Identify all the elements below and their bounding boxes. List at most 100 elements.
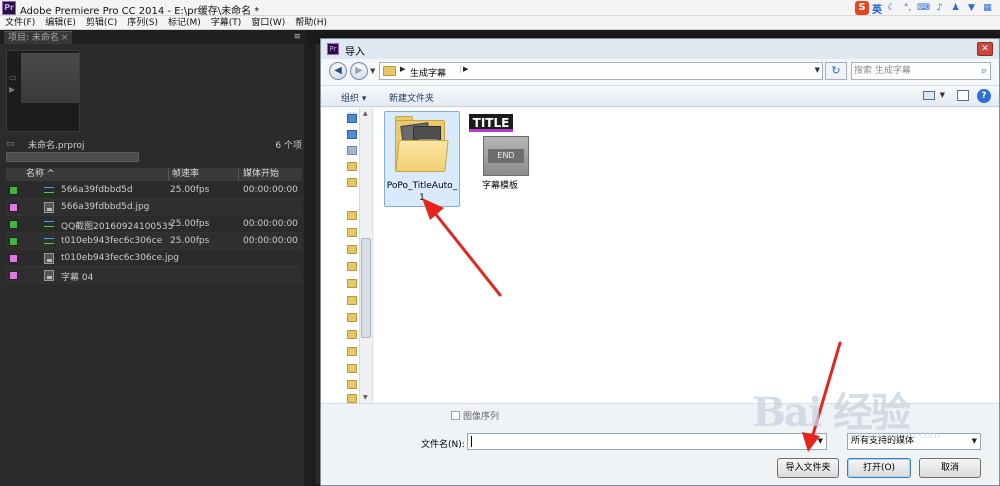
view-mode-icon[interactable] bbox=[923, 91, 935, 100]
nav-item-folder-icon[interactable] bbox=[347, 178, 357, 187]
sogou-logo-icon[interactable]: S bbox=[855, 1, 869, 15]
label-color-swatch[interactable] bbox=[9, 237, 18, 246]
back-button[interactable]: ◀ bbox=[329, 62, 347, 80]
column-name[interactable]: 名称 ^ bbox=[6, 168, 169, 181]
nav-item-folder-icon[interactable] bbox=[347, 296, 357, 305]
nav-item-folder-icon[interactable] bbox=[347, 394, 357, 403]
filename-dropdown-icon[interactable]: ▼ bbox=[818, 437, 823, 445]
help-icon[interactable]: ? bbox=[977, 89, 991, 103]
breadcrumb-chevron-icon[interactable]: ▶ bbox=[400, 65, 405, 73]
nav-item-folder-icon[interactable] bbox=[347, 347, 357, 356]
item-fps: 25.00fps bbox=[170, 236, 210, 246]
forward-button[interactable]: ▶ bbox=[350, 62, 368, 80]
file-type-filter[interactable]: 所有支持的媒体 ▼ bbox=[847, 433, 981, 450]
file-item-subtitle-template[interactable]: TITLE END 字幕模板 bbox=[462, 111, 538, 207]
comma-icon[interactable]: °, bbox=[901, 2, 914, 14]
chevron-down-icon[interactable]: ▼ bbox=[972, 437, 977, 446]
label-color-swatch[interactable] bbox=[9, 203, 18, 212]
play-icon[interactable]: ▶ bbox=[9, 85, 15, 94]
menu-sequence[interactable]: 序列(S) bbox=[122, 16, 163, 29]
nav-item-folder-icon[interactable] bbox=[347, 228, 357, 237]
scrollbar-thumb[interactable] bbox=[361, 238, 371, 338]
organize-button[interactable]: 组织 ▾ bbox=[341, 91, 366, 104]
menu-file[interactable]: 文件(F) bbox=[0, 16, 40, 29]
grid-icon[interactable]: ▦ bbox=[981, 2, 994, 14]
user-icon[interactable]: ♟ bbox=[949, 2, 962, 14]
label-color-swatch[interactable] bbox=[9, 271, 18, 280]
search-box[interactable]: ⌕ bbox=[851, 62, 991, 80]
open-button[interactable]: 打开(O) bbox=[847, 458, 911, 478]
menu-marker[interactable]: 标记(M) bbox=[163, 16, 206, 29]
image-sequence-checkbox[interactable] bbox=[451, 411, 460, 420]
nav-item-desktop-icon[interactable] bbox=[347, 130, 357, 139]
nav-item-folder-icon[interactable] bbox=[347, 330, 357, 339]
menu-help[interactable]: 帮助(H) bbox=[290, 16, 332, 29]
preview-thumbnail: ▭ ▶ bbox=[6, 50, 80, 132]
nav-item-folder-icon[interactable] bbox=[347, 211, 357, 220]
dialog-close-button[interactable]: ✕ bbox=[977, 42, 993, 56]
menu-title[interactable]: 字幕(T) bbox=[206, 16, 247, 29]
scroll-down-icon[interactable]: ▼ bbox=[363, 394, 368, 401]
scroll-up-icon[interactable]: ▲ bbox=[363, 110, 368, 117]
menu-window[interactable]: 窗口(W) bbox=[246, 16, 290, 29]
recent-locations-dropdown[interactable]: ▼ bbox=[370, 67, 375, 75]
label-color-swatch[interactable] bbox=[9, 220, 18, 229]
panel-menu-icon[interactable]: ≡ bbox=[293, 32, 301, 42]
column-fps[interactable]: 帧速率 bbox=[169, 168, 239, 181]
nav-item-folder-icon[interactable] bbox=[347, 364, 357, 373]
column-media-start[interactable]: 媒体开始 bbox=[239, 168, 302, 181]
project-item-row[interactable]: QQ截图20160924100535 25.00fps 00:00:00:00 bbox=[6, 216, 302, 233]
moon-icon[interactable]: ☾ bbox=[885, 2, 898, 14]
item-media-start: 00:00:00:00 bbox=[243, 236, 298, 246]
image-sequence-option[interactable]: 图像序列 bbox=[451, 409, 499, 422]
cancel-button[interactable]: 取消 bbox=[919, 458, 981, 478]
project-item-row[interactable]: t010eb943fec6c306ce.jpg bbox=[6, 250, 302, 267]
breadcrumb-chevron-icon[interactable]: ▶ bbox=[460, 65, 468, 73]
project-item-row[interactable]: 字幕 04 bbox=[6, 267, 302, 284]
nav-item-favorites-icon[interactable] bbox=[347, 114, 357, 123]
file-item-popo-titleauto[interactable]: PoPo_TitleAuto_1 bbox=[384, 111, 460, 207]
preview-pane-icon[interactable] bbox=[957, 90, 969, 101]
ime-toolbar[interactable]: S 英 ☾ °, ⌨ ♪ ♟ ▼ ▦ bbox=[855, 1, 994, 16]
nav-item-recycle-icon[interactable] bbox=[347, 146, 357, 155]
project-item-row[interactable]: 566a39fdbbd5d.jpg bbox=[6, 199, 302, 216]
address-bar[interactable]: ▶ 生成字幕 ▶ ▼ bbox=[379, 62, 823, 80]
menu-edit[interactable]: 编辑(E) bbox=[40, 16, 81, 29]
nav-item-folder-icon[interactable] bbox=[347, 380, 357, 389]
nav-item-folder-icon[interactable] bbox=[347, 245, 357, 254]
nav-item-folder-icon[interactable] bbox=[347, 313, 357, 322]
import-folder-button[interactable]: 导入文件夹 bbox=[777, 458, 839, 478]
nav-item-folder-icon[interactable] bbox=[347, 162, 357, 171]
ime-language-toggle[interactable]: 英 bbox=[872, 1, 882, 16]
folder-icon: ▭ bbox=[6, 138, 15, 149]
navigation-scrollbar[interactable]: ▲ ▼ bbox=[359, 108, 372, 403]
text-caret bbox=[471, 436, 472, 447]
menu-clip[interactable]: 剪辑(C) bbox=[81, 16, 122, 29]
nav-item-folder-icon[interactable] bbox=[347, 262, 357, 271]
view-mode-dropdown-icon[interactable]: ▼ bbox=[940, 91, 945, 99]
project-panel: 项目: 未命名 × ≡ ▭ ▶ ▭ 未命名.prproj 6 个项 名称 ^ 帧速… bbox=[0, 30, 305, 486]
poster-frame-icon[interactable]: ▭ bbox=[9, 73, 17, 82]
tab-project[interactable]: 项目: 未命名 × bbox=[4, 31, 73, 44]
project-file-name: 未命名.prproj bbox=[28, 140, 85, 151]
mic-icon[interactable]: ♪ bbox=[933, 2, 946, 14]
nav-item-folder-icon[interactable] bbox=[347, 279, 357, 288]
search-icon[interactable]: ⌕ bbox=[981, 64, 987, 78]
filename-combobox[interactable]: ▼ bbox=[467, 433, 827, 450]
item-name: t010eb943fec6c306ce bbox=[61, 236, 163, 246]
filename-input[interactable] bbox=[470, 435, 790, 448]
filename-label: 文件名(N): bbox=[421, 440, 465, 450]
project-item-row[interactable]: t010eb943fec6c306ce 25.00fps 00:00:00:00 bbox=[6, 233, 302, 250]
keyboard-icon[interactable]: ⌨ bbox=[917, 2, 930, 14]
project-search-input[interactable] bbox=[6, 152, 139, 162]
refresh-button[interactable]: ↻ bbox=[825, 62, 847, 80]
close-icon[interactable]: × bbox=[61, 33, 69, 43]
breadcrumb-current-folder[interactable]: 生成字幕 bbox=[410, 66, 446, 79]
address-dropdown-icon[interactable]: ▼ bbox=[815, 66, 820, 74]
label-color-swatch[interactable] bbox=[9, 186, 18, 195]
search-input[interactable] bbox=[854, 64, 972, 78]
label-color-swatch[interactable] bbox=[9, 254, 18, 263]
project-item-row[interactable]: 566a39fdbbd5d 25.00fps 00:00:00:00 bbox=[6, 182, 302, 199]
new-folder-button[interactable]: 新建文件夹 bbox=[389, 91, 434, 104]
shirt-icon[interactable]: ▼ bbox=[965, 2, 978, 14]
